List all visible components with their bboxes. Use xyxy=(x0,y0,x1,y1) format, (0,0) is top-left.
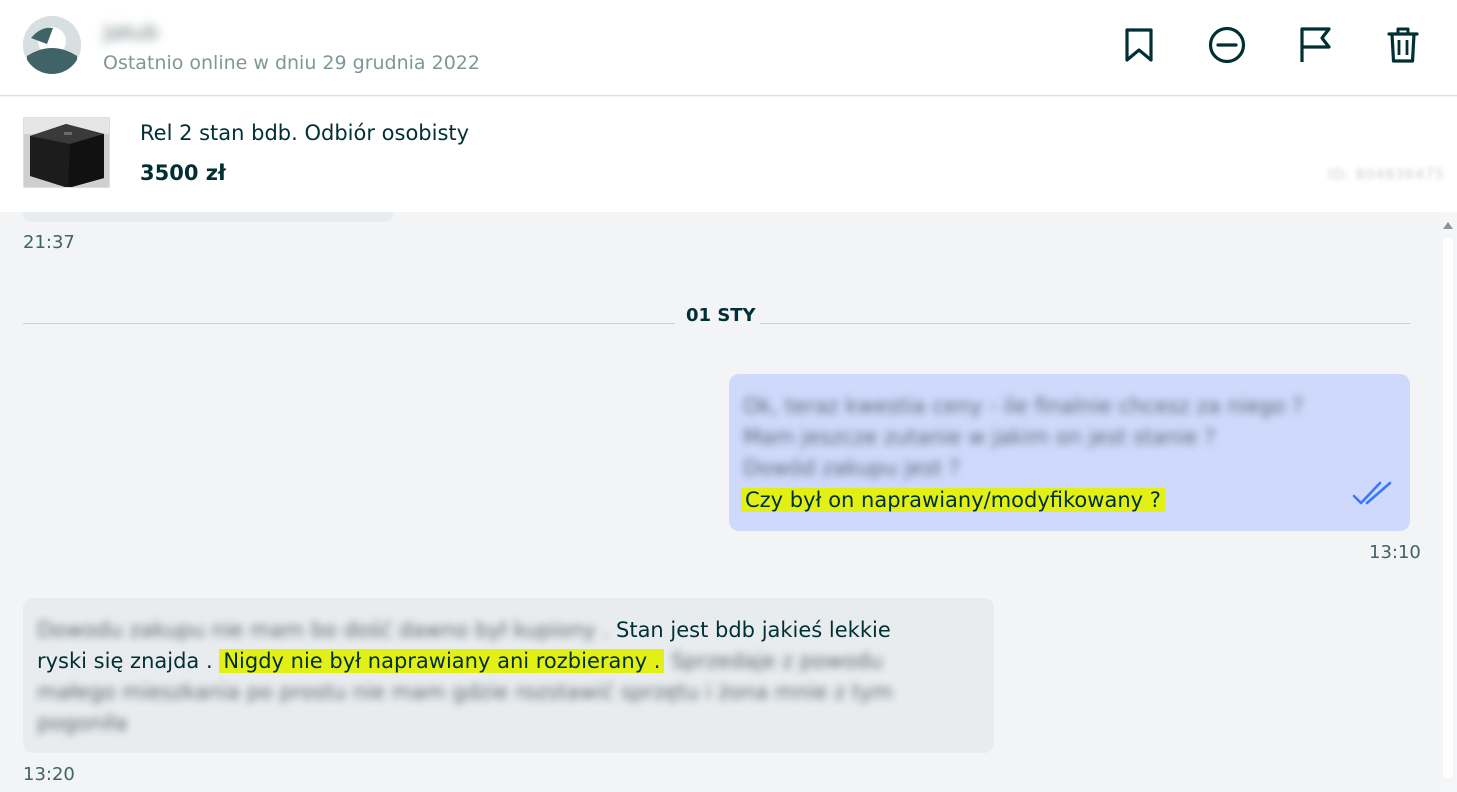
scroll-up-arrow-icon[interactable] xyxy=(1443,222,1453,229)
message-time: 13:10 xyxy=(1369,542,1421,563)
product-image xyxy=(24,118,109,187)
incoming-message-bubble[interactable]: Dowodu zakupu nie mam bo dość dawno był … xyxy=(23,598,994,753)
block-icon xyxy=(1208,26,1246,64)
date-divider-line xyxy=(760,323,1410,324)
read-receipt-icon xyxy=(1352,481,1392,505)
date-divider-line xyxy=(23,323,675,324)
outgoing-message-bubble[interactable]: Ok, teraz kwestia ceny - ile finalnie ch… xyxy=(729,374,1410,531)
message-thread[interactable]: 21:37 01 STY Ok, teraz kwestia ceny - il… xyxy=(0,212,1457,792)
previous-message-bubble xyxy=(23,212,393,222)
message-text-line: Ok, teraz kwestia ceny - ile finalnie ch… xyxy=(743,394,1304,418)
block-user-button[interactable] xyxy=(1203,24,1251,66)
message-text: Stan jest bdb jakieś lekkie xyxy=(616,618,891,642)
conversation-header: Jakub Ostatnio online w dniu 29 grudnia … xyxy=(0,0,1457,96)
date-divider: 01 STY xyxy=(686,305,756,326)
message-text-blurred: małego mieszkania po prostu nie mam gdzi… xyxy=(37,680,893,704)
scroll-thumb[interactable] xyxy=(1443,238,1453,778)
message-text-line: Mam jeszcze zutanie w jakim on jest stan… xyxy=(743,425,1216,449)
user-name[interactable]: Jakub xyxy=(104,20,159,44)
avatar-placeholder-icon xyxy=(23,16,81,74)
listing-thumbnail[interactable] xyxy=(23,117,110,188)
message-text-blurred: Sprzedaje z powodu xyxy=(671,649,883,673)
report-button[interactable] xyxy=(1291,24,1339,66)
thread-scrollbar[interactable] xyxy=(1439,212,1457,792)
delete-conversation-button[interactable] xyxy=(1379,24,1427,66)
trash-icon xyxy=(1387,27,1419,63)
last-online-status: Ostatnio online w dniu 29 grudnia 2022 xyxy=(103,52,480,74)
message-text-blurred: Dowodu zakupu nie mam bo dość dawno był … xyxy=(37,618,610,642)
listing-price: 3500 zł xyxy=(140,161,226,185)
listing-summary[interactable]: Rel 2 stan bdb. Odbiór osobisty 3500 zł … xyxy=(0,97,1457,212)
message-text-line: Dowód zakupu jest ? xyxy=(743,456,960,480)
bookmark-icon xyxy=(1125,28,1153,62)
bookmark-button[interactable] xyxy=(1115,24,1163,66)
listing-id: ID: 804836475 xyxy=(1327,167,1445,183)
listing-title[interactable]: Rel 2 stan bdb. Odbiór osobisty xyxy=(140,121,469,145)
highlighted-text: Czy był on naprawiany/modyfikowany ? xyxy=(741,488,1165,512)
highlighted-text: Nigdy nie był naprawiany ani rozbierany … xyxy=(219,649,665,673)
message-time: 13:20 xyxy=(23,764,75,785)
message-text-blurred: pogoniła xyxy=(37,711,128,735)
flag-icon xyxy=(1300,27,1331,62)
avatar[interactable] xyxy=(23,16,81,74)
header-actions xyxy=(1115,24,1427,66)
message-text: ryski się znajda . xyxy=(37,649,213,673)
message-time: 21:37 xyxy=(23,232,75,253)
